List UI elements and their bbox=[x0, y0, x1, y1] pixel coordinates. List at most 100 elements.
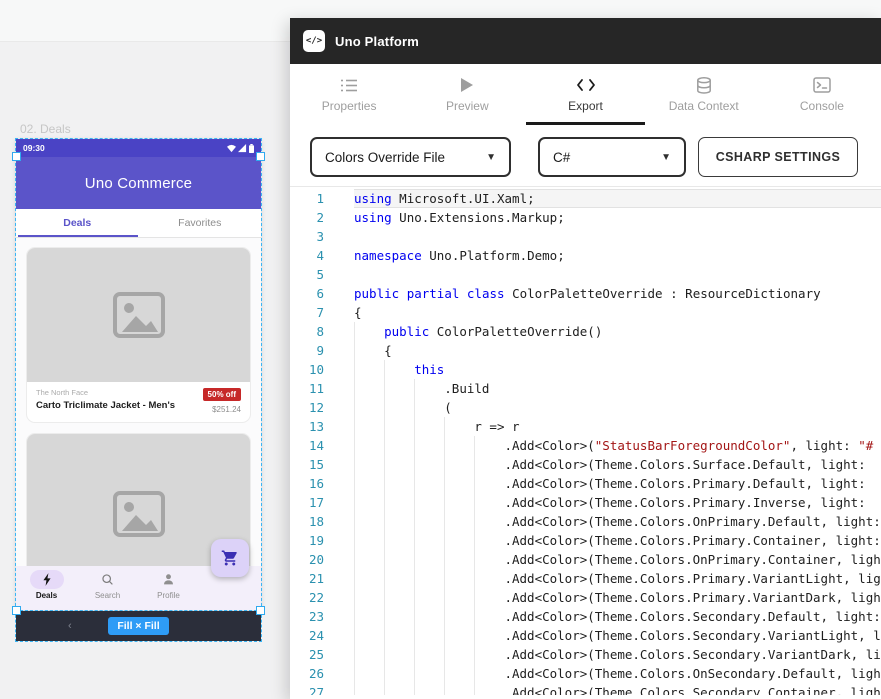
export-file-dropdown[interactable]: Colors Override File ▼ bbox=[310, 137, 511, 177]
code-text: .Add<Color>(Theme.Colors.OnPrimary.Conta… bbox=[354, 550, 881, 569]
line-number: 14 bbox=[290, 436, 336, 455]
line-number: 17 bbox=[290, 493, 336, 512]
line-number: 22 bbox=[290, 588, 336, 607]
code-line: 16 .Add<Color>(Theme.Colors.Primary.Defau… bbox=[290, 474, 881, 493]
product-brand: The North Face bbox=[36, 388, 175, 397]
tab-label: Preview bbox=[446, 99, 489, 113]
cart-fab-button[interactable] bbox=[211, 539, 249, 577]
line-number: 11 bbox=[290, 379, 336, 398]
code-line: 14 .Add<Color>("StatusBarForegroundColor"… bbox=[290, 436, 881, 455]
status-icons bbox=[227, 144, 254, 153]
language-dropdown[interactable]: C# ▼ bbox=[538, 137, 686, 177]
nav-item-deals[interactable]: Deals bbox=[16, 570, 77, 610]
tab-console[interactable]: Console bbox=[763, 64, 881, 125]
selection-handle[interactable] bbox=[12, 606, 21, 615]
product-info: The North Face Carto Triclimate Jacket -… bbox=[27, 382, 250, 422]
line-number: 20 bbox=[290, 550, 336, 569]
tab-favorites[interactable]: Favorites bbox=[139, 209, 262, 237]
line-number: 25 bbox=[290, 645, 336, 664]
code-text: .Add<Color>(Theme.Colors.Primary.Contain… bbox=[354, 531, 881, 550]
code-text: ( bbox=[354, 398, 881, 417]
code-text: .Add<Color>(Theme.Colors.OnSecondary.Def… bbox=[354, 664, 881, 683]
code-line: 5 bbox=[290, 265, 881, 284]
tab-preview[interactable]: Preview bbox=[408, 64, 526, 125]
console-icon bbox=[813, 76, 831, 94]
line-number: 3 bbox=[290, 227, 336, 246]
nav-label: Profile bbox=[157, 591, 180, 600]
line-number: 13 bbox=[290, 417, 336, 436]
battery-icon bbox=[249, 144, 254, 153]
phone-artboard[interactable]: 09:30 Uno Commerce Deals Favorites The bbox=[16, 139, 261, 610]
code-text: public ColorPaletteOverride() bbox=[354, 322, 881, 341]
code-logo-icon: </> bbox=[303, 30, 325, 52]
line-number: 1 bbox=[290, 189, 336, 208]
image-placeholder-icon bbox=[111, 290, 167, 340]
nav-item-search[interactable]: Search bbox=[77, 570, 138, 610]
artboard-size-bar: ‹ Fill × Fill bbox=[16, 611, 261, 641]
data-context-icon bbox=[696, 76, 712, 94]
tab-properties[interactable]: Properties bbox=[290, 64, 408, 125]
code-line: 7{ bbox=[290, 303, 881, 322]
tab-data-context[interactable]: Data Context bbox=[645, 64, 763, 125]
selection-handle[interactable] bbox=[12, 152, 21, 161]
code-text: { bbox=[354, 303, 881, 322]
code-line: 24.Add<Color>(Theme.Colors.Secondary.Var… bbox=[290, 626, 881, 645]
line-number: 27 bbox=[290, 683, 336, 695]
line-number: 10 bbox=[290, 360, 336, 379]
code-line: 1using Microsoft.UI.Xaml; bbox=[290, 189, 881, 208]
code-line: 22 .Add<Color>(Theme.Colors.Primary.Varia… bbox=[290, 588, 881, 607]
code-line: 21.Add<Color>(Theme.Colors.Primary.Varia… bbox=[290, 569, 881, 588]
tab-label: Data Context bbox=[669, 99, 739, 113]
selection-handle[interactable] bbox=[256, 606, 265, 615]
tab-deals[interactable]: Deals bbox=[16, 209, 139, 237]
image-placeholder-icon bbox=[111, 489, 167, 539]
uno-platform-panel: </> Uno Platform Properties Preview Expo… bbox=[290, 18, 881, 699]
line-number: 9 bbox=[290, 341, 336, 360]
code-text: .Add<Color>(Theme.Colors.Primary.Variant… bbox=[354, 588, 881, 607]
code-line: 25 .Add<Color>(Theme.Colors.Secondary.Var… bbox=[290, 645, 881, 664]
code-line: 26.Add<Color>(Theme.Colors.OnSecondary.D… bbox=[290, 664, 881, 683]
discount-badge: 50% off bbox=[203, 388, 241, 401]
code-line: 11 .Build bbox=[290, 379, 881, 398]
product-name: Carto Triclimate Jacket - Men's bbox=[36, 400, 175, 411]
nav-label: Search bbox=[95, 591, 120, 600]
code-line: 23.Add<Color>(Theme.Colors.Secondary.Def… bbox=[290, 607, 881, 626]
code-line: 9{ bbox=[290, 341, 881, 360]
code-line: 3 bbox=[290, 227, 881, 246]
tab-export[interactable]: Export bbox=[526, 64, 644, 125]
code-line: 2 using Uno.Extensions.Markup; bbox=[290, 208, 881, 227]
code-line: 15.Add<Color>(Theme.Colors.Surface.Defau… bbox=[290, 455, 881, 474]
chevron-down-icon: ▼ bbox=[486, 152, 496, 163]
panel-tab-bar: Properties Preview Export Data Context C… bbox=[290, 64, 881, 125]
code-text: .Add<Color>("StatusBarForegroundColor", … bbox=[354, 436, 881, 455]
code-text: r => r bbox=[354, 417, 881, 436]
chevron-down-icon: ▼ bbox=[661, 152, 671, 163]
code-line: 10this bbox=[290, 360, 881, 379]
code-text: .Add<Color>(Theme.Colors.Secondary.Varia… bbox=[354, 645, 881, 664]
export-toolbar: Colors Override File ▼ C# ▼ CSHARP SETTI… bbox=[290, 125, 881, 186]
selection-handle[interactable] bbox=[256, 152, 265, 161]
code-text: .Add<Color>(Theme.Colors.Primary.Default… bbox=[354, 474, 881, 493]
nav-item-profile[interactable]: Profile bbox=[138, 570, 199, 610]
line-number: 2 bbox=[290, 208, 336, 227]
export-icon bbox=[576, 76, 596, 94]
code-editor[interactable]: 1using Microsoft.UI.Xaml;2 using Uno.Exte… bbox=[290, 186, 881, 695]
code-text: using Uno.Extensions.Markup; bbox=[354, 208, 881, 227]
code-text bbox=[354, 227, 881, 246]
code-text: .Add<Color>(Theme.Colors.Primary.Variant… bbox=[354, 569, 881, 588]
csharp-settings-button[interactable]: CSHARP SETTINGS bbox=[698, 137, 858, 177]
line-number: 16 bbox=[290, 474, 336, 493]
signal-icon bbox=[238, 144, 247, 153]
code-line: 19 .Add<Color>(Theme.Colors.Primary.Conta… bbox=[290, 531, 881, 550]
product-image-placeholder bbox=[27, 248, 250, 382]
size-badge[interactable]: Fill × Fill bbox=[108, 617, 168, 635]
code-text: .Build bbox=[354, 379, 881, 398]
code-line: 6public partial class ColorPaletteOverri… bbox=[290, 284, 881, 303]
line-number: 15 bbox=[290, 455, 336, 474]
panel-title: Uno Platform bbox=[335, 34, 419, 49]
code-text: .Add<Color>(Theme.Colors.Primary.Inverse… bbox=[354, 493, 881, 512]
product-card[interactable]: The North Face Carto Triclimate Jacket -… bbox=[26, 247, 251, 423]
chevron-left-icon[interactable]: ‹ bbox=[68, 620, 72, 632]
line-number: 19 bbox=[290, 531, 336, 550]
code-text: { bbox=[354, 341, 881, 360]
